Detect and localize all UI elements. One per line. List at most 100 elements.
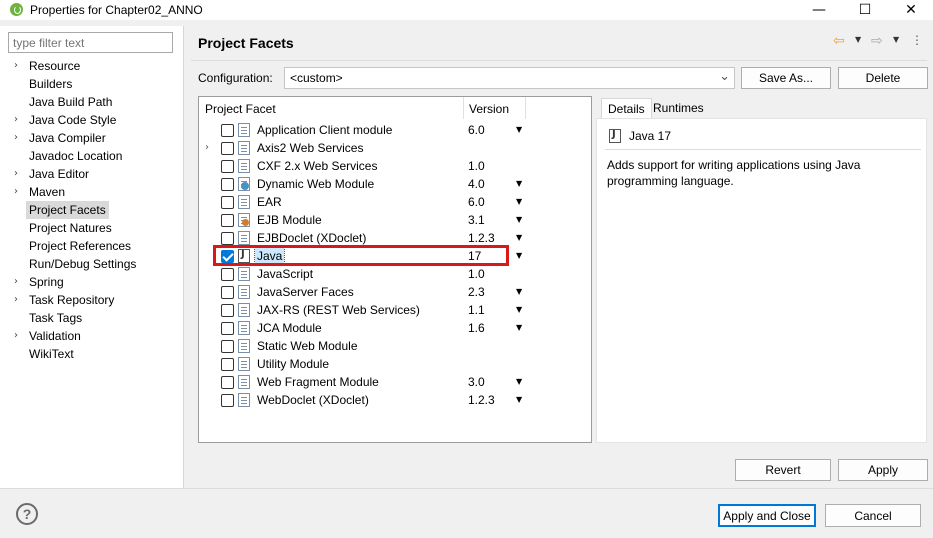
facet-row[interactable]: JavaServer Faces 2.3 ▼	[199, 283, 591, 301]
expand-arrow-icon[interactable]: ›	[14, 291, 24, 309]
facet-checkbox[interactable]	[221, 340, 234, 353]
facet-checkbox[interactable]	[221, 142, 234, 155]
facet-row[interactable]: Application Client module 6.0 ▼	[199, 121, 591, 139]
facet-checkbox[interactable]	[221, 304, 234, 317]
nav-item[interactable]: Java Build Path	[26, 93, 115, 111]
version-dropdown-icon[interactable]: ▼	[516, 391, 522, 409]
facet-row[interactable]: › Axis2 Web Services	[199, 139, 591, 157]
facet-row[interactable]: CXF 2.x Web Services 1.0	[199, 157, 591, 175]
expand-arrow-icon[interactable]: ›	[14, 111, 24, 129]
version-dropdown-icon[interactable]: ▼	[516, 121, 522, 139]
back-arrow-icon[interactable]: ⇦	[833, 33, 845, 49]
facet-version[interactable]: 2.3	[468, 283, 485, 301]
facet-version[interactable]: 6.0	[468, 121, 485, 139]
facet-checkbox[interactable]	[221, 232, 234, 245]
nav-item[interactable]: Project Facets	[26, 201, 109, 219]
version-dropdown-icon[interactable]: ▼	[516, 373, 522, 391]
expand-arrow-icon[interactable]: ›	[14, 165, 24, 183]
forward-dropdown-icon[interactable]: ▼	[893, 35, 899, 44]
facet-checkbox[interactable]	[221, 376, 234, 389]
nav-item[interactable]: Task Repository	[26, 291, 117, 309]
help-icon[interactable]: ?	[16, 503, 38, 525]
configuration-select[interactable]: <custom> ⌄	[284, 67, 735, 89]
version-dropdown-icon[interactable]: ▼	[516, 229, 522, 247]
minimize-button[interactable]: —	[796, 0, 842, 20]
facet-checkbox[interactable]	[221, 160, 234, 173]
maximize-button[interactable]: ☐	[842, 0, 888, 20]
cancel-button[interactable]: Cancel	[825, 504, 921, 527]
expand-arrow-icon[interactable]: ›	[14, 183, 24, 201]
nav-item[interactable]: Maven	[26, 183, 68, 201]
nav-item[interactable]: Javadoc Location	[26, 147, 125, 165]
facet-version[interactable]: 1.1	[468, 301, 485, 319]
back-dropdown-icon[interactable]: ▼	[855, 35, 861, 44]
facet-checkbox[interactable]	[221, 358, 234, 371]
version-dropdown-icon[interactable]: ▼	[516, 283, 522, 301]
facet-row[interactable]: EJB Module 3.1 ▼	[199, 211, 591, 229]
nav-item[interactable]: Builders	[26, 75, 75, 93]
nav-item[interactable]: Project Natures	[26, 219, 115, 237]
nav-item[interactable]: Validation	[26, 327, 84, 345]
doc-facet-icon	[238, 375, 250, 389]
nav-item[interactable]: Java Code Style	[26, 111, 119, 129]
save-as-button[interactable]: Save As...	[741, 67, 831, 89]
facet-row[interactable]: JavaScript 1.0	[199, 265, 591, 283]
expand-arrow-icon[interactable]: ›	[205, 139, 209, 157]
facet-row[interactable]: WebDoclet (XDoclet) 1.2.3 ▼	[199, 391, 591, 409]
nav-item[interactable]: Java Editor	[26, 165, 92, 183]
tab-runtimes[interactable]: Runtimes	[647, 98, 710, 118]
forward-arrow-icon[interactable]: ⇨	[871, 33, 883, 49]
facet-row[interactable]: Utility Module	[199, 355, 591, 373]
version-dropdown-icon[interactable]: ▼	[516, 175, 522, 193]
version-dropdown-icon[interactable]: ▼	[516, 319, 522, 337]
nav-item[interactable]: Spring	[26, 273, 67, 291]
facet-checkbox[interactable]	[221, 124, 234, 137]
facet-version[interactable]: 4.0	[468, 175, 485, 193]
nav-item[interactable]: Task Tags	[26, 309, 85, 327]
version-dropdown-icon[interactable]: ▼	[516, 301, 522, 319]
facet-version[interactable]: 6.0	[468, 193, 485, 211]
facet-version[interactable]: 1.0	[468, 265, 485, 283]
facet-checkbox[interactable]	[221, 394, 234, 407]
nav-item[interactable]: Java Compiler	[26, 129, 109, 147]
facet-checkbox[interactable]	[221, 178, 234, 191]
version-dropdown-icon[interactable]: ▼	[516, 247, 522, 265]
facet-version[interactable]: 1.0	[468, 157, 485, 175]
filter-input[interactable]	[8, 32, 173, 53]
facet-version[interactable]: 1.6	[468, 319, 485, 337]
expand-arrow-icon[interactable]: ›	[14, 273, 24, 291]
facet-row[interactable]: Web Fragment Module 3.0 ▼	[199, 373, 591, 391]
doc-facet-icon	[238, 303, 250, 317]
expand-arrow-icon[interactable]: ›	[14, 57, 24, 75]
facet-checkbox[interactable]	[221, 268, 234, 281]
delete-button[interactable]: Delete	[838, 67, 928, 89]
facet-checkbox[interactable]	[221, 196, 234, 209]
nav-item[interactable]: Resource	[26, 57, 83, 75]
facet-version[interactable]: 1.2.3	[468, 391, 495, 409]
view-menu-icon[interactable]: ⋮	[911, 33, 923, 47]
facet-version[interactable]: 3.1	[468, 211, 485, 229]
facet-checkbox[interactable]	[221, 214, 234, 227]
expand-arrow-icon[interactable]: ›	[14, 129, 24, 147]
facet-version[interactable]: 3.0	[468, 373, 485, 391]
version-dropdown-icon[interactable]: ▼	[516, 193, 522, 211]
facet-checkbox[interactable]	[221, 286, 234, 299]
facet-row[interactable]: EAR 6.0 ▼	[199, 193, 591, 211]
version-dropdown-icon[interactable]: ▼	[516, 211, 522, 229]
close-button[interactable]: ✕	[888, 0, 933, 20]
column-header-version[interactable]: Version	[469, 101, 509, 118]
nav-item[interactable]: Project References	[26, 237, 134, 255]
nav-item[interactable]: WikiText	[26, 345, 77, 363]
revert-button[interactable]: Revert	[735, 459, 831, 481]
facet-row[interactable]: Static Web Module	[199, 337, 591, 355]
facet-row[interactable]: JCA Module 1.6 ▼	[199, 319, 591, 337]
apply-and-close-button[interactable]: Apply and Close	[718, 504, 816, 527]
nav-item[interactable]: Run/Debug Settings	[26, 255, 139, 273]
tab-details[interactable]: Details	[601, 98, 652, 118]
column-header-facet[interactable]: Project Facet	[205, 101, 276, 118]
facet-row[interactable]: Dynamic Web Module 4.0 ▼	[199, 175, 591, 193]
expand-arrow-icon[interactable]: ›	[14, 327, 24, 345]
apply-button[interactable]: Apply	[838, 459, 928, 481]
facet-checkbox[interactable]	[221, 322, 234, 335]
facet-row[interactable]: JAX-RS (REST Web Services) 1.1 ▼	[199, 301, 591, 319]
